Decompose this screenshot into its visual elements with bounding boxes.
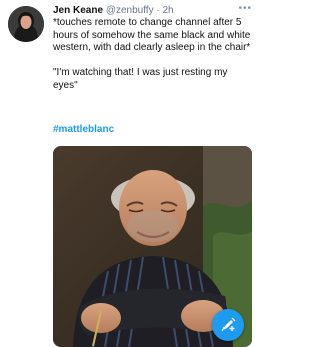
- author-name[interactable]: Jen Keane: [53, 5, 103, 16]
- tweet-header: Jen Keane @zenbuffy · 2h: [53, 5, 253, 17]
- compose-tweet-button[interactable]: [212, 309, 244, 341]
- hashtag-link[interactable]: #mattleblanc: [53, 124, 114, 136]
- more-horizontal-icon[interactable]: •••: [238, 3, 252, 14]
- author-avatar[interactable]: [8, 6, 44, 42]
- author-handle[interactable]: @zenbuffy: [106, 5, 154, 16]
- compose-tweet-icon: [221, 317, 236, 332]
- tweet-text: *touches remote to change channel after …: [53, 17, 251, 91]
- separator-dot: ·: [156, 5, 160, 16]
- tweet-timestamp[interactable]: 2h: [163, 5, 174, 16]
- avatar-photo: [8, 6, 44, 42]
- tweet-media-image[interactable]: [53, 146, 252, 347]
